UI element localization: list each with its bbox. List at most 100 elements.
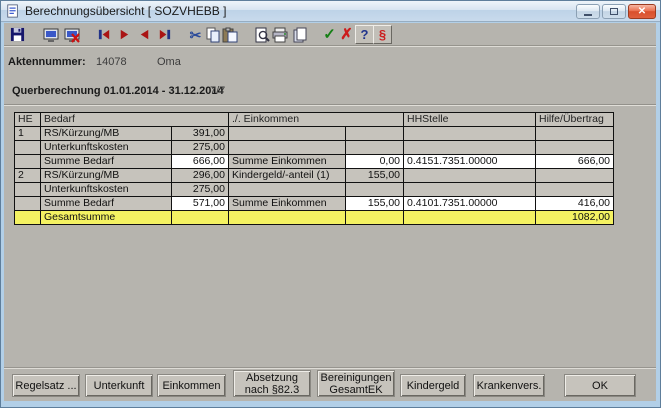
table-cell: 416,00: [536, 197, 614, 211]
paste-icon: [222, 27, 238, 43]
table-cell: 1082,00: [536, 211, 614, 225]
print-preview-button[interactable]: [252, 25, 271, 44]
table-cell: [346, 127, 404, 141]
table-cell: 1: [15, 127, 41, 141]
action-button-krankenvers[interactable]: Krankenvers.: [473, 374, 545, 397]
action-button-absetzung-nach-82-3[interactable]: Absetzung nach §82.3: [233, 370, 311, 397]
paste-button[interactable]: [220, 25, 239, 44]
table-row: 1RS/Kürzung/MB391,00: [15, 127, 614, 141]
action-button-bereinigungen-gesamtek[interactable]: Bereinigungen GesamtEK: [317, 370, 395, 397]
minimize-button[interactable]: [576, 4, 600, 19]
table-cell: Summe Bedarf: [41, 155, 172, 169]
table-row: Unterkunftskosten275,00: [15, 183, 614, 197]
first-record-button[interactable]: [95, 25, 114, 44]
table-cell: [346, 183, 404, 197]
document-icon: [6, 4, 20, 18]
last-record-icon: [157, 27, 172, 42]
column-header: HE: [15, 113, 41, 127]
table-cell: Summe Bedarf: [41, 197, 172, 211]
save-icon: [10, 27, 25, 42]
table-cell: [229, 183, 346, 197]
table-cell: RS/Kürzung/MB: [41, 169, 172, 183]
table-cell: 391,00: [172, 127, 229, 141]
table-cell: 155,00: [346, 169, 404, 183]
table-cell: Summe Einkommen: [229, 197, 346, 211]
paragraph-button[interactable]: §: [373, 25, 392, 44]
last-record-button[interactable]: [155, 25, 174, 44]
copy-page-button[interactable]: [290, 25, 309, 44]
cancel-load-button[interactable]: [62, 25, 81, 44]
action-button-einkommen[interactable]: Einkommen: [157, 374, 226, 397]
close-icon: ✕: [638, 7, 646, 17]
table-cell: [172, 211, 229, 225]
client-area: ✂: [4, 23, 656, 401]
table-cell: Kindergeld/-anteil (1): [229, 169, 346, 183]
table-cell: 0,00: [346, 155, 404, 169]
table-cell: [15, 183, 41, 197]
action-button-ok[interactable]: OK: [564, 374, 636, 397]
calc-title: Querberechnung 01.01.2014 - 31.12.2014: [12, 85, 224, 97]
abort-button[interactable]: ✗: [337, 25, 356, 44]
table-cell: [15, 155, 41, 169]
maximize-icon: [610, 8, 618, 15]
maximize-button[interactable]: [602, 4, 626, 19]
table-cell: [229, 211, 346, 225]
save-button[interactable]: [8, 25, 27, 44]
first-record-icon: [97, 27, 112, 42]
calc-table: HEBedarf./. EinkommenHHStelleHilfe/Übert…: [14, 112, 614, 225]
title-bar[interactable]: Berechnungsübersicht [ SOZVHEBB ] ✕: [1, 1, 660, 22]
cancel-load-icon: [64, 27, 80, 43]
app-window: Berechnungsübersicht [ SOZVHEBB ] ✕: [0, 0, 661, 408]
action-button-regelsatz[interactable]: Regelsatz ...: [12, 374, 80, 397]
table-cell: [15, 211, 41, 225]
print-preview-icon: [254, 27, 270, 43]
table-cell: [404, 141, 536, 155]
button-panel-divider: [4, 367, 656, 369]
paragraph-icon: §: [379, 28, 386, 41]
table-cell: [404, 211, 536, 225]
action-button-kindergeld[interactable]: Kindergeld: [400, 374, 466, 397]
next-record-button[interactable]: [115, 25, 134, 44]
table-cell: 275,00: [172, 183, 229, 197]
table-cell: Unterkunftskosten: [41, 183, 172, 197]
table-cell: [404, 169, 536, 183]
cut-icon: ✂: [190, 28, 202, 42]
table-cell: Gesamtsumme: [41, 211, 172, 225]
toolbar: ✂: [4, 23, 656, 46]
help-icon: ?: [361, 28, 369, 41]
table-cell: RS/Kürzung/MB: [41, 127, 172, 141]
table-cell: [536, 141, 614, 155]
table-cell: [229, 141, 346, 155]
window-title: Berechnungsübersicht [ SOZVHEBB ]: [25, 4, 226, 18]
section-divider: [4, 104, 656, 106]
table-cell: 296,00: [172, 169, 229, 183]
column-header: HHStelle: [404, 113, 536, 127]
print-button[interactable]: [270, 25, 289, 44]
help-button[interactable]: ?: [355, 25, 374, 44]
close-button[interactable]: ✕: [628, 4, 656, 19]
aktennummer-label: Aktennummer:: [8, 56, 86, 68]
table-cell: 0.4151.7351.00000: [404, 155, 536, 169]
column-header: ./. Einkommen: [229, 113, 404, 127]
total-row: Gesamtsumme 1082,00: [15, 211, 614, 225]
load-record-button[interactable]: [41, 25, 60, 44]
action-button-unterkunft[interactable]: Unterkunft: [85, 374, 153, 397]
load-record-icon: [43, 27, 59, 43]
table-cell: 571,00: [172, 197, 229, 211]
table-cell: 666,00: [172, 155, 229, 169]
next-record-icon: [117, 27, 132, 42]
copy-page-icon: [292, 27, 308, 43]
previous-record-button[interactable]: [135, 25, 154, 44]
table-cell: 155,00: [346, 197, 404, 211]
confirm-check-icon: ✓: [323, 27, 336, 42]
print-icon: [272, 27, 288, 43]
table-cell: [15, 141, 41, 155]
person-name: Oma: [157, 56, 181, 68]
table-cell: [229, 127, 346, 141]
column-header: Bedarf: [41, 113, 229, 127]
minimize-icon: [584, 14, 592, 16]
column-header: Hilfe/Übertrag: [536, 113, 614, 127]
table-cell: [536, 183, 614, 197]
table-cell: 2: [15, 169, 41, 183]
table-cell: 0.4101.7351.00000: [404, 197, 536, 211]
